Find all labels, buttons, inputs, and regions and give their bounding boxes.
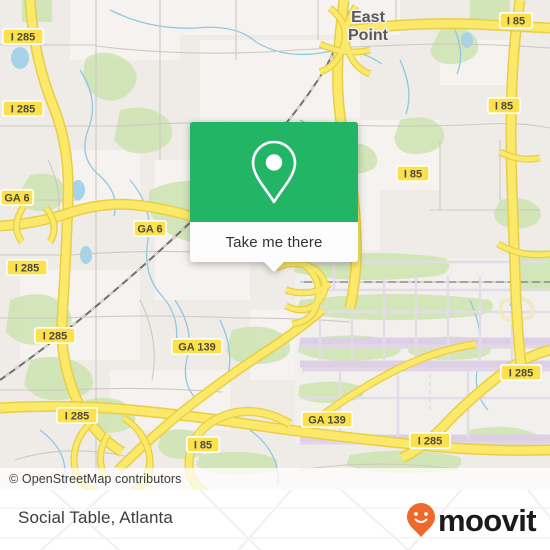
highway-shield: I 285: [6, 259, 48, 276]
highway-shield-label: I 285: [43, 331, 67, 343]
city-label-east-point: East Point: [347, 8, 391, 46]
location-popup-card[interactable]: Take me there: [190, 122, 358, 272]
map-pin-icon: [251, 140, 297, 204]
take-me-there-label: Take me there: [225, 233, 323, 251]
attribution-text: © OpenStreetMap contributors: [9, 472, 182, 486]
moovit-pin-smiley-icon: [406, 503, 435, 537]
highway-shield-label: GA 6: [4, 193, 29, 205]
popup-header: [190, 122, 358, 222]
highway-shield: I 85: [487, 97, 521, 114]
highway-shield-label: GA 139: [308, 415, 346, 427]
highway-shield-label: GA 139: [178, 342, 216, 354]
highway-shield: I 285: [34, 327, 76, 344]
map-screenshot: East Point I 285 I 285 I 285 I 285 I 285 I 85…: [0, 0, 550, 550]
highway-shield: I 85: [499, 12, 533, 29]
popup-pointer: [263, 261, 285, 272]
highway-shield-label: I 285: [11, 32, 35, 44]
highway-shield-label: I 85: [404, 169, 422, 181]
highway-shield-label: I 285: [418, 436, 442, 448]
highway-shield: I 285: [409, 432, 451, 449]
place-name-label: Social Table, Atlanta: [18, 508, 173, 527]
highway-shield: I 85: [396, 165, 430, 182]
highway-shield-label: I 85: [495, 101, 513, 113]
highway-shield: I 285: [500, 364, 542, 381]
highway-shield-label: I 85: [507, 16, 525, 28]
highway-shield-label: I 285: [15, 263, 39, 275]
svg-text:East: East: [351, 9, 385, 26]
highway-shield: GA 6: [133, 220, 167, 237]
footer-bar: Social Table, Atlanta moovit: [0, 490, 550, 550]
popup-footer[interactable]: Take me there: [190, 222, 358, 272]
highway-shield: I 285: [2, 28, 44, 45]
highway-shield-label: I 285: [65, 411, 89, 423]
svg-text:Point: Point: [348, 27, 389, 44]
highway-shield: I 85: [186, 436, 220, 453]
highway-shield-label: I 85: [194, 440, 212, 452]
highway-shield: I 285: [56, 407, 98, 424]
highway-shield: I 285: [2, 100, 44, 117]
highway-shield: GA 139: [301, 411, 353, 428]
highway-shield-label: I 285: [11, 104, 35, 116]
map-attribution: © OpenStreetMap contributors: [0, 468, 550, 490]
highway-shield-label: I 285: [509, 368, 533, 380]
highway-shield: GA 139: [171, 338, 223, 355]
highway-shield-label: GA 6: [137, 224, 162, 236]
moovit-logo: moovit: [406, 502, 537, 538]
moovit-wordmark: moovit: [437, 502, 537, 538]
highway-shield: GA 6: [0, 189, 34, 206]
